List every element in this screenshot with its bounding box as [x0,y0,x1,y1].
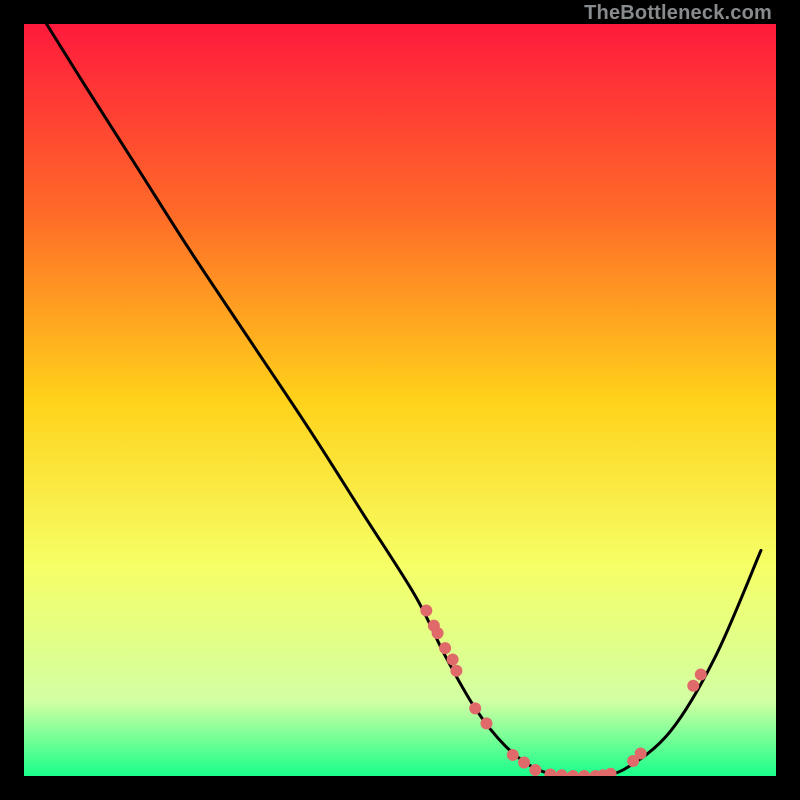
data-marker [480,717,492,729]
data-marker [420,605,432,617]
data-marker [635,747,647,759]
chart-frame [24,24,776,776]
data-marker [529,764,541,776]
data-marker [518,756,530,768]
data-marker [695,668,707,680]
data-marker [469,702,481,714]
data-marker [447,653,459,665]
data-marker [450,665,462,677]
data-marker [439,642,451,654]
chart-svg [24,24,776,776]
watermark-text: TheBottleneck.com [584,2,772,25]
data-marker [432,627,444,639]
data-marker [687,680,699,692]
gradient-background [24,24,776,776]
data-marker [507,749,519,761]
